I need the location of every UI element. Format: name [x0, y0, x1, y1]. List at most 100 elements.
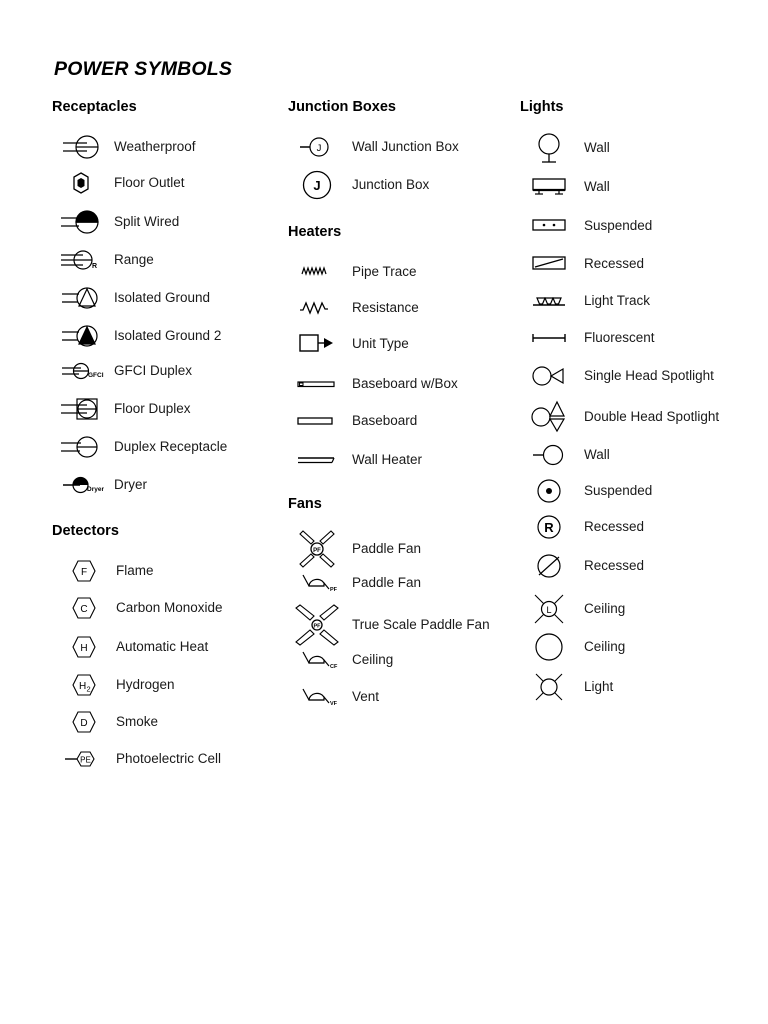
single-head-spotlight-icon: [520, 361, 578, 391]
legend-label: Flame: [116, 563, 154, 579]
legend-label: Range: [114, 252, 154, 268]
legend-row: Wall: [520, 131, 610, 165]
legend-row: Isolated Ground 2: [52, 321, 221, 351]
legend-label: Ceiling: [584, 601, 626, 617]
legend-label: True Scale Paddle Fan: [352, 617, 490, 633]
legend-row: R Range: [52, 245, 154, 275]
recessed-light-symbol-text: R: [544, 520, 554, 535]
legend-label: Floor Outlet: [114, 175, 185, 191]
legend-row: Split Wired: [52, 207, 179, 237]
legend-label: Isolated Ground: [114, 290, 211, 306]
weatherproof-receptacle-icon: [52, 132, 110, 162]
legend-label: Vent: [352, 689, 380, 705]
carbon-monoxide-symbol-text: C: [80, 604, 87, 615]
ceiling-light-circle-icon: [520, 632, 578, 662]
wall-heater-icon: [288, 445, 346, 475]
floor-duplex-receptacle-icon: [52, 394, 110, 424]
legend-row: Double Head Spotlight: [520, 399, 719, 435]
legend-label: Wall Junction Box: [352, 139, 459, 155]
wall-junction-box-symbol-text: J: [317, 143, 322, 154]
legend-label: Isolated Ground 2: [114, 328, 222, 344]
legend-label: Resistance: [352, 300, 419, 316]
photoelectric-cell-detector-icon: PE: [52, 744, 110, 774]
legend-label: Recessed: [584, 256, 645, 272]
wall-light-globe-icon: [520, 131, 578, 165]
baseboard-heater-icon: [288, 406, 346, 436]
floor-outlet-icon: [52, 168, 110, 198]
legend-row: PF Paddle Fan: [288, 568, 421, 598]
legend-row: Pipe Trace: [288, 257, 417, 287]
legend-label: Split Wired: [114, 214, 180, 230]
legend-label: Junction Box: [352, 177, 430, 193]
smoke-detector-icon: D: [52, 707, 110, 737]
recessed-light-slash-icon: [520, 551, 578, 581]
photoelectric-symbol-text: PE: [80, 756, 91, 765]
legend-label: Dryer: [114, 477, 147, 493]
section-heading-detectors: Detectors: [52, 523, 119, 539]
paddle-fan-elevation-icon: PF: [288, 568, 346, 598]
legend-row: Floor Duplex: [52, 394, 191, 424]
legend-label: Suspended: [584, 218, 653, 234]
legend-label: Smoke: [116, 714, 159, 730]
smoke-symbol-text: D: [80, 718, 87, 729]
light-circle-x-icon: [520, 670, 578, 704]
legend-row: Wall Heater: [288, 445, 422, 475]
baseboard-with-box-heater-icon: [288, 369, 346, 399]
section-heading-lights: Lights: [520, 99, 564, 115]
dryer-receptacle-icon: Dryer: [52, 470, 110, 500]
legend-row: Recessed: [520, 249, 644, 279]
ceiling-light-symbol-text: L: [546, 605, 551, 615]
legend-label: Photoelectric Cell: [116, 751, 222, 767]
legend-row: Wall: [520, 172, 610, 202]
section-heading-junction-boxes: Junction Boxes: [288, 99, 396, 115]
legend-row: Suspended: [520, 211, 652, 241]
junction-box-icon: J: [288, 170, 346, 200]
legend-row: PF True Scale Paddle Fan: [288, 604, 490, 646]
legend-label: Floor Duplex: [114, 401, 191, 417]
legend-label: Wall: [584, 140, 610, 156]
legend-label: Double Head Spotlight: [584, 409, 720, 425]
automatic-heat-symbol-text: H: [80, 643, 87, 654]
legend-label: Unit Type: [352, 336, 409, 352]
range-symbol-text: R: [92, 263, 97, 270]
legend-row: VF Vent: [288, 682, 379, 712]
legend-row: PE Photoelectric Cell: [52, 744, 221, 774]
legend-label: Ceiling: [352, 652, 394, 668]
recessed-light-rect-icon: [520, 249, 578, 279]
legend-label: Paddle Fan: [352, 575, 422, 591]
legend-label: GFCI Duplex: [114, 363, 193, 379]
legend-row: Floor Outlet: [52, 168, 185, 198]
wall-light-box-icon: [520, 172, 578, 202]
document-page: POWER SYMBOLS Receptacles Weatherproof F…: [0, 0, 768, 1024]
flame-symbol-text: F: [81, 567, 87, 578]
legend-row: Light Track: [520, 286, 650, 316]
legend-row: Wall: [520, 440, 610, 470]
legend-label: Wall: [584, 179, 610, 195]
duplex-receptacle-icon: [52, 432, 110, 462]
legend-row: C Carbon Monoxide: [52, 593, 223, 623]
suspended-light-circle-icon: [520, 476, 578, 506]
legend-row: CF Ceiling: [288, 645, 393, 675]
legend-row: Fluorescent: [520, 323, 655, 353]
hydrogen-detector-icon: H 2: [52, 670, 110, 700]
legend-row: GFCI GFCI Duplex: [52, 356, 192, 386]
legend-label: Ceiling: [584, 639, 626, 655]
paddle-fan-symbol-text: PF: [313, 548, 321, 554]
legend-label: Recessed: [584, 519, 645, 535]
ceiling-light-l-icon: L: [520, 592, 578, 626]
legend-row: Ceiling: [520, 632, 625, 662]
ceiling-fan-symbol-text: CF: [330, 664, 338, 670]
legend-label: Wall: [584, 447, 610, 463]
suspended-light-bar-icon: [520, 211, 578, 241]
paddle-fan-plan-icon: PF: [288, 529, 346, 569]
svg-text:2: 2: [87, 685, 91, 694]
section-heading-heaters: Heaters: [288, 224, 342, 240]
isolated-ground-2-receptacle-icon: [52, 321, 110, 351]
legend-row: Duplex Receptacle: [52, 432, 227, 462]
legend-label: Duplex Receptacle: [114, 439, 228, 455]
legend-row: Light: [520, 670, 613, 704]
section-heading-fans: Fans: [288, 496, 322, 512]
ceiling-fan-elevation-icon: CF: [288, 645, 346, 675]
gfci-duplex-receptacle-icon: GFCI: [52, 356, 110, 386]
dryer-symbol-text: Dryer: [87, 486, 104, 493]
